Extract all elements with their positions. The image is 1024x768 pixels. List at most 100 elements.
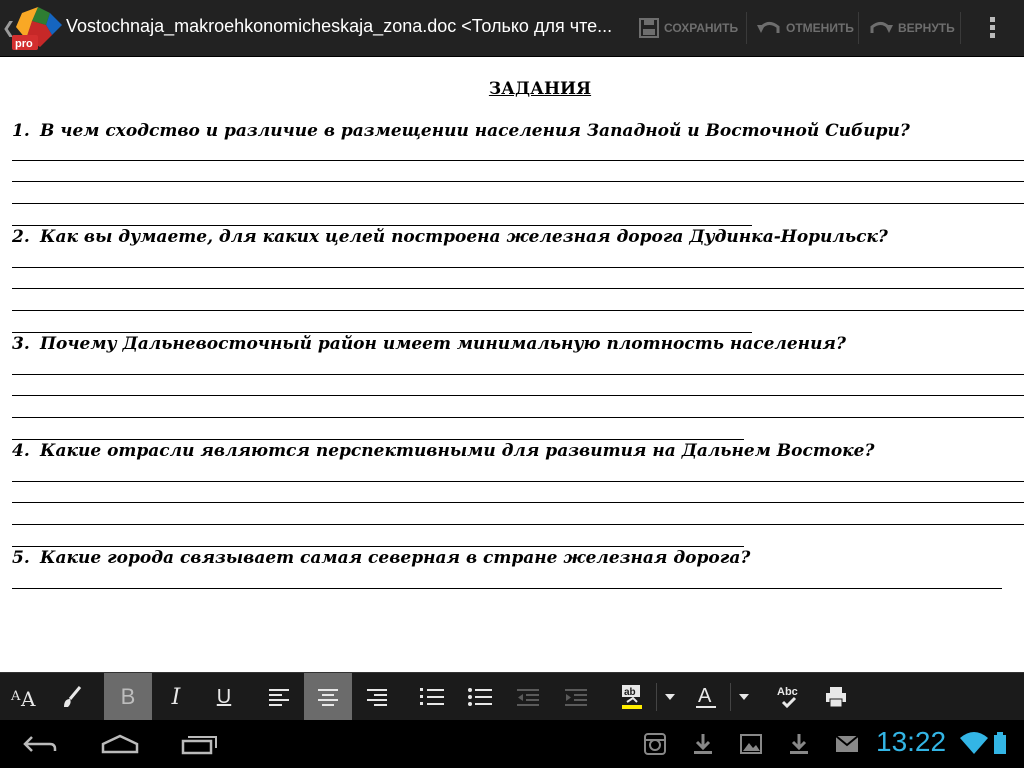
align-center-button[interactable]	[304, 673, 352, 721]
answer-line	[12, 439, 744, 440]
save-disk-icon	[639, 18, 659, 38]
answer-line	[12, 395, 1024, 396]
bold-label: B	[120, 684, 136, 709]
undo-button[interactable]: ОТМЕНИТЬ	[756, 0, 854, 56]
action-bar: ❮ pro Vostochnaja_makroehkonomicheskaja_…	[0, 0, 1024, 57]
question-1: 1. В чем сходство и различие в размещении…	[12, 121, 910, 141]
italic-label: I	[171, 684, 181, 710]
status-clock[interactable]: 13:22	[876, 726, 946, 758]
highlight-color-dropdown[interactable]	[658, 673, 682, 721]
underline-label: U	[216, 685, 232, 708]
answer-line	[12, 203, 1024, 204]
recent-apps-icon	[181, 736, 217, 755]
question-4: 4. Какие отрасли являются перспективными …	[12, 441, 874, 461]
app-logo[interactable]: pro	[10, 5, 62, 51]
numbered-list-icon	[420, 688, 444, 705]
download-notification-icon[interactable]	[689, 730, 717, 758]
font-size-icon: A A	[10, 687, 36, 710]
answer-line	[12, 588, 1002, 589]
document-page[interactable]: ЗАДАНИЯ 1. В чем сходство и различие в ра…	[0, 57, 1024, 672]
spellcheck-button[interactable]: Abc	[764, 673, 812, 721]
dropdown-arrow-icon	[665, 694, 675, 700]
italic-button[interactable]: I	[152, 673, 200, 721]
question-text: Какие отрасли являются перспективными дл…	[40, 441, 875, 461]
answer-line	[12, 310, 1024, 311]
font-color-label: A	[698, 685, 712, 707]
overflow-menu-icon[interactable]	[982, 14, 1002, 42]
align-center-icon	[318, 689, 338, 706]
dropdown-arrow-icon	[739, 694, 749, 700]
decrease-indent-icon	[517, 689, 539, 706]
highlight-icon: ab	[622, 685, 642, 709]
undo-icon	[757, 22, 780, 33]
bold-button[interactable]: B	[104, 673, 152, 721]
formatting-toolbar: A A B I U ab A Abc	[0, 672, 1024, 721]
spellcheck-label: Abc	[777, 686, 798, 698]
redo-icon	[870, 22, 893, 33]
divider	[960, 12, 961, 44]
underline-button[interactable]: U	[200, 673, 248, 721]
question-number: 1.	[12, 121, 30, 141]
bullet-list-button[interactable]	[456, 673, 504, 721]
answer-line	[12, 160, 1024, 161]
bullet-list-icon	[468, 688, 492, 706]
system-navigation-bar: 13:22	[0, 720, 1024, 768]
image-notification-icon[interactable]	[737, 730, 765, 758]
increase-indent-button[interactable]	[552, 673, 600, 721]
numbered-list-button[interactable]	[408, 673, 456, 721]
align-right-icon	[367, 689, 387, 706]
download-notification-icon[interactable]	[785, 730, 813, 758]
answer-line	[12, 502, 1024, 503]
question-5: 5. Какие города связывает самая северная …	[12, 548, 750, 568]
pro-badge: pro	[15, 38, 33, 50]
align-right-button[interactable]	[352, 673, 400, 721]
save-button[interactable]: СОХРАНИТЬ	[638, 0, 738, 56]
question-text: Как вы думаете, для каких целей построен…	[40, 227, 888, 247]
question-number: 4.	[12, 441, 30, 461]
font-color-dropdown[interactable]	[732, 673, 756, 721]
divider	[730, 683, 731, 711]
font-style-large-letter: A	[20, 687, 36, 710]
increase-indent-icon	[565, 689, 587, 706]
answer-line	[12, 481, 1024, 482]
paintbrush-icon	[64, 686, 82, 707]
question-text: Почему Дальневосточный район имеет миним…	[40, 334, 846, 354]
highlight-button[interactable]: ab	[608, 673, 656, 721]
answer-line	[12, 288, 1024, 289]
answer-line	[12, 374, 1024, 375]
font-style-button[interactable]: A A	[0, 673, 48, 721]
spellcheck-icon: Abc	[777, 686, 798, 709]
question-number: 3.	[12, 334, 30, 354]
font-style-small-letter: A	[10, 689, 21, 704]
decrease-indent-button[interactable]	[504, 673, 552, 721]
divider	[858, 12, 859, 44]
question-text: Какие города связывает самая северная в …	[40, 548, 751, 568]
question-text: В чем сходство и различие в размещении н…	[40, 121, 910, 141]
highlight-label: ab	[624, 687, 636, 698]
question-number: 5.	[12, 548, 30, 568]
font-color-icon: A	[696, 685, 716, 708]
question-number: 2.	[12, 227, 30, 247]
print-icon	[826, 687, 846, 708]
back-arrow-icon	[23, 736, 57, 752]
document-title: Vostochnaja_makroehkonomicheskaja_zona.d…	[66, 16, 613, 36]
recent-apps-button[interactable]	[170, 728, 230, 760]
font-color-button[interactable]: A	[682, 673, 730, 721]
home-button[interactable]	[90, 728, 150, 760]
align-left-button[interactable]	[256, 673, 304, 721]
home-icon	[101, 734, 139, 754]
answer-line	[12, 181, 1024, 182]
answer-line	[12, 417, 1024, 418]
instagram-notification-icon[interactable]	[641, 730, 669, 758]
redo-button[interactable]: ВЕРНУТЬ	[868, 0, 955, 56]
battery-icon	[994, 732, 1006, 754]
back-button[interactable]	[10, 728, 70, 760]
save-label: СОХРАНИТЬ	[664, 21, 739, 35]
answer-line	[12, 524, 1024, 525]
answer-line	[12, 225, 752, 226]
align-left-icon	[269, 689, 289, 706]
print-button[interactable]	[812, 673, 860, 721]
email-notification-icon[interactable]	[833, 730, 861, 758]
question-3: 3. Почему Дальневосточный район имеет мин…	[12, 334, 846, 354]
format-painter-button[interactable]	[48, 673, 96, 721]
